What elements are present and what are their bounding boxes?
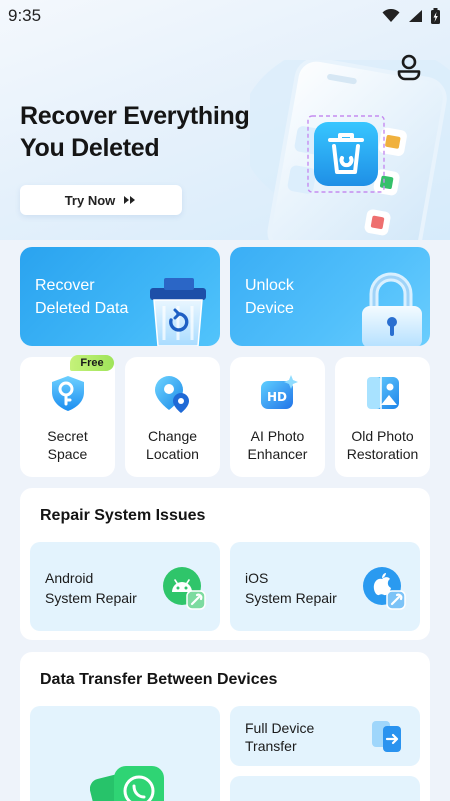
transfer-partial-icon xyxy=(370,789,404,801)
photo-restore-icon xyxy=(366,377,399,409)
full-device-transfer-card[interactable]: Full Device Transfer xyxy=(230,706,420,766)
android-repair-icon xyxy=(163,567,206,610)
hd-enhance-icon: HD xyxy=(260,375,298,409)
ios-repair-label: iOS System Repair xyxy=(245,568,337,608)
ios-repair-line2: System Repair xyxy=(245,590,337,606)
android-repair-label: Android System Repair xyxy=(45,568,137,608)
unlock-device-card[interactable]: Unlock Device xyxy=(230,247,430,346)
old-photo-restoration-label: Old Photo Restoration xyxy=(347,427,419,463)
trash-recover-icon xyxy=(150,278,206,346)
change-location-tool[interactable]: Change Location xyxy=(125,357,220,477)
ai-photo-enhancer-tool[interactable]: HD AI Photo Enhancer xyxy=(230,357,325,477)
android-system-repair-card[interactable]: Android System Repair xyxy=(30,542,220,631)
profile-button[interactable] xyxy=(392,50,426,84)
secret-space-label: Secret Space xyxy=(47,427,87,463)
transfer-section-title: Data Transfer Between Devices xyxy=(40,671,278,688)
hero-phone-illustration xyxy=(250,60,450,240)
svg-text:HD: HD xyxy=(266,390,286,404)
recover-card-line2: Deleted Data xyxy=(35,300,129,317)
padlock-icon xyxy=(362,272,422,346)
secret-space-line1: Secret xyxy=(47,428,88,444)
data-transfer-section: Data Transfer Between Devices Full Devic… xyxy=(20,652,430,801)
unlock-card-line2: Device xyxy=(245,300,294,317)
repair-section-title: Repair System Issues xyxy=(40,507,206,524)
hero-title-line2: You Deleted xyxy=(20,134,160,162)
change-location-line1: Change xyxy=(147,428,198,444)
repair-system-section: Repair System Issues Android System Repa… xyxy=(20,488,430,640)
ios-system-repair-card[interactable]: iOS System Repair xyxy=(230,542,420,631)
hero-banner[interactable]: 9:35 Recover Everything You Deleted Try … xyxy=(0,0,450,240)
ios-repair-line1: iOS xyxy=(245,570,269,586)
full-device-transfer-label: Full Device Transfer xyxy=(245,719,314,755)
recover-card-line1: Recover xyxy=(35,277,95,294)
old-photo-restoration-tool[interactable]: Old Photo Restoration xyxy=(335,357,430,477)
old-photo-restoration-line1: Old Photo xyxy=(351,428,414,444)
location-pin-icon xyxy=(154,376,189,413)
secret-space-line2: Space xyxy=(47,446,88,462)
recover-deleted-data-card[interactable]: Recover Deleted Data xyxy=(20,247,220,346)
shield-key-icon xyxy=(51,376,84,411)
android-repair-line2: System Repair xyxy=(45,590,137,606)
change-location-label: Change Location xyxy=(146,427,199,463)
whatsapp-transfer-icon xyxy=(90,766,164,801)
secret-space-tool[interactable]: Secret Space xyxy=(20,357,115,477)
phone-transfer-icon xyxy=(372,721,401,752)
ai-photo-enhancer-line2: Enhancer xyxy=(247,446,308,462)
hero-title-line1: Recover Everything xyxy=(20,102,250,130)
free-badge: Free xyxy=(70,355,114,371)
wifi-icon xyxy=(382,9,400,22)
ai-photo-enhancer-line1: AI Photo xyxy=(250,428,305,444)
status-icons xyxy=(382,8,440,24)
whatsapp-transfer-card[interactable] xyxy=(30,706,220,801)
ai-photo-enhancer-label: AI Photo Enhancer xyxy=(248,427,308,463)
try-now-button[interactable]: Try Now xyxy=(20,185,182,215)
change-location-line2: Location xyxy=(146,446,199,462)
unlock-card-line1: Unlock xyxy=(245,277,294,294)
full-device-transfer-line1: Full Device xyxy=(245,720,315,736)
hero-title: Recover Everything You Deleted xyxy=(20,100,280,164)
try-now-label: Try Now xyxy=(64,192,116,208)
profile-icon xyxy=(397,54,421,81)
full-device-transfer-line2: Transfer xyxy=(245,738,297,754)
status-time: 9:35 xyxy=(8,6,42,25)
ios-repair-icon xyxy=(363,567,406,610)
recover-card-label: Recover Deleted Data xyxy=(35,274,128,320)
battery-icon xyxy=(431,8,440,24)
old-photo-restoration-line2: Restoration xyxy=(346,446,419,462)
android-repair-line1: Android xyxy=(45,570,94,586)
transfer-card-partial[interactable] xyxy=(230,776,420,801)
double-chevron-right-icon xyxy=(124,196,136,204)
unlock-card-label: Unlock Device xyxy=(245,274,294,320)
signal-icon xyxy=(409,10,422,22)
status-bar: 9:35 xyxy=(0,0,450,32)
